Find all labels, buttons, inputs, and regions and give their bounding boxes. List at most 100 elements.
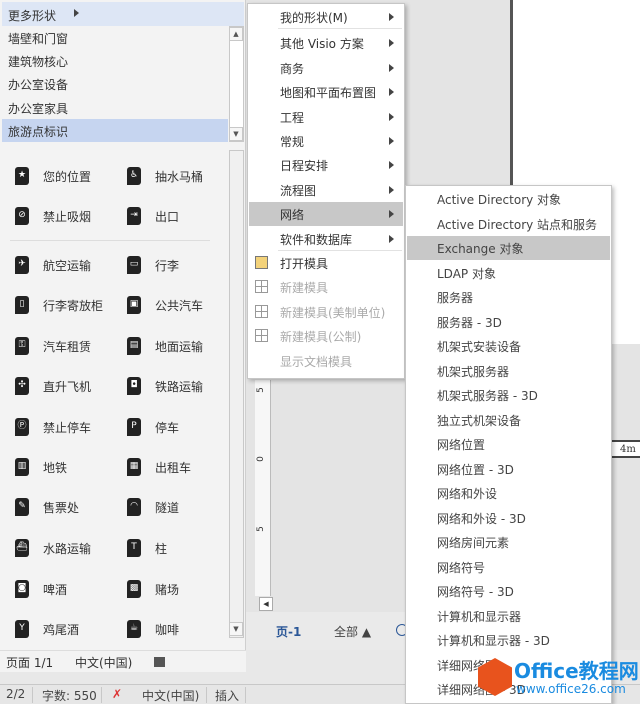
network-submenu: Active Directory 对象 Active Directory 站点和服… xyxy=(405,185,612,704)
submenu-item[interactable]: 机架式安装设备 xyxy=(407,334,610,358)
all-pages-button[interactable]: 全部 ▲ xyxy=(334,623,371,640)
shapes-scrollbar[interactable] xyxy=(229,150,244,638)
language: 中文(中国) xyxy=(74,656,133,670)
menu-item[interactable]: 新建模具(公制) xyxy=(249,324,403,348)
menu-item[interactable]: 我的形状(M) xyxy=(249,5,403,29)
stencil-shape[interactable]: ◘ 铁路运输 xyxy=(127,374,203,398)
menu-item[interactable]: 常规 xyxy=(249,129,403,153)
menu-separator xyxy=(278,28,402,30)
submenu-item[interactable]: 网络房间元素 xyxy=(407,530,610,554)
shape-label: 出口 xyxy=(155,209,180,224)
submenu-item-label: 机架式服务器 - 3D xyxy=(437,389,538,403)
stencil-shape[interactable]: Ⓟ 禁止停车 xyxy=(15,415,91,439)
stencil-shape[interactable]: ✈ 航空运输 xyxy=(15,253,91,277)
submenu-item[interactable]: 计算机和显示器 - 3D xyxy=(407,628,610,652)
stencil-shape[interactable]: Y 鸡尾酒 xyxy=(15,617,79,641)
watermark-url: www.office26.com xyxy=(516,682,626,696)
submenu-item[interactable]: 服务器 xyxy=(407,285,610,309)
stencil-shape[interactable]: ▤ 地面运输 xyxy=(127,334,203,358)
category-item[interactable]: 办公室设备 xyxy=(2,72,228,95)
menu-item[interactable]: 新建模具(美制单位) xyxy=(249,300,403,324)
more-shapes-button[interactable]: 更多形状 xyxy=(2,2,244,26)
menu-item[interactable]: 网络 xyxy=(249,202,403,227)
insert-mode[interactable]: 插入 xyxy=(215,687,239,704)
scroll-down-icon[interactable]: ▼ xyxy=(229,622,243,636)
submenu-item[interactable]: 网络和外设 xyxy=(407,481,610,505)
stencil-shape[interactable]: ◠ 隧道 xyxy=(127,495,179,519)
menu-item[interactable]: 工程 xyxy=(249,105,403,129)
category-item[interactable]: 墙壁和门窗 xyxy=(2,26,228,49)
menu-item[interactable]: 显示文档模具 xyxy=(249,349,403,373)
word-count[interactable]: 字数: 550 xyxy=(42,687,97,704)
category-item[interactable]: 办公室家具 xyxy=(2,96,228,119)
proofing-icon[interactable]: ✗ xyxy=(112,687,122,701)
category-item[interactable]: 旅游点标识 xyxy=(2,118,228,142)
submenu-item[interactable]: 独立式机架设备 xyxy=(407,408,610,432)
stencil-shape[interactable]: ☕ 咖啡 xyxy=(127,617,179,641)
menu-item[interactable]: 软件和数据库 xyxy=(249,227,403,251)
submenu-item[interactable]: 网络位置 - 3D xyxy=(407,457,610,481)
menu-item[interactable]: 流程图 xyxy=(249,178,403,202)
vertical-ruler: 5 0 5 xyxy=(255,380,271,596)
submenu-item[interactable]: 服务器 - 3D xyxy=(407,310,610,334)
submenu-item[interactable]: Active Directory 站点和服务 xyxy=(407,212,610,236)
open-stencil-icon xyxy=(255,256,268,269)
submenu-item-label: LDAP 对象 xyxy=(437,266,496,281)
stencil-shape[interactable]: T柱 xyxy=(127,536,167,560)
scroll-up-icon[interactable]: ▲ xyxy=(229,27,243,41)
submenu-item-label: 机架式安装设备 xyxy=(437,340,522,354)
stencil-shape[interactable]: ⚿ 汽车租赁 xyxy=(15,334,91,358)
stencil-shape[interactable]: ★ 您的位置 xyxy=(15,164,91,188)
submenu-item[interactable]: 网络符号 xyxy=(407,555,610,579)
submenu-item[interactable]: Active Directory 对象 xyxy=(407,187,610,211)
divider xyxy=(10,240,210,241)
submenu-item[interactable]: 网络符号 - 3D xyxy=(407,579,610,603)
shape-icon: ☕ xyxy=(127,620,141,638)
stencil-shape[interactable]: ▦ 出租车 xyxy=(127,455,191,479)
page-tabs: 页-1 全部 ▲ xyxy=(246,612,408,650)
menu-item[interactable]: 其他 Visio 方案 xyxy=(249,31,403,55)
stencil-shape[interactable]: ♿ 抽水马桶 xyxy=(127,164,203,188)
ruler-label: 5 xyxy=(255,387,266,393)
shape-icon: ▯ xyxy=(15,296,29,314)
stencil-shape[interactable]: ▩ 赌场 xyxy=(127,577,179,601)
calendar-icon[interactable] xyxy=(154,657,166,667)
page-indicator[interactable]: 2/2 xyxy=(6,687,25,701)
scroll-left-icon[interactable]: ◀ xyxy=(259,597,273,611)
submenu-item-label: 网络位置 - 3D xyxy=(437,462,514,477)
submenu-item[interactable]: 机架式服务器 - 3D xyxy=(407,383,610,407)
shape-label: 公共汽车 xyxy=(155,298,204,313)
submenu-item[interactable]: 网络和外设 - 3D xyxy=(407,506,610,530)
shape-label: 赌场 xyxy=(155,582,180,597)
stencil-shape[interactable]: P 停车 xyxy=(127,415,179,439)
page-tab[interactable]: 页-1 xyxy=(276,623,301,640)
submenu-item[interactable]: Exchange 对象 xyxy=(407,236,610,260)
stencil-shape[interactable]: ⛴ 水路运输 xyxy=(15,536,91,560)
scroll-down-icon[interactable]: ▼ xyxy=(229,127,243,141)
submenu-item[interactable]: 计算机和显示器 xyxy=(407,604,610,628)
language-status[interactable]: 中文(中国) xyxy=(142,687,199,704)
menu-item[interactable]: 地图和平面布置图 xyxy=(249,80,403,104)
menu-item[interactable]: 新建模具 xyxy=(249,275,403,299)
stencil-shape[interactable]: ▣ 公共汽车 xyxy=(127,293,203,317)
stencil-shape[interactable]: ◙ 啤酒 xyxy=(15,577,67,601)
shape-label: 汽车租赁 xyxy=(43,339,92,354)
category-item[interactable]: 建筑物核心 xyxy=(2,49,228,72)
submenu-item-label: 网络和外设 - 3D xyxy=(437,511,526,526)
stencil-shape[interactable]: ✣ 直升飞机 xyxy=(15,374,91,398)
menu-item[interactable]: 打开模具 xyxy=(249,251,403,275)
stencil-shape[interactable]: ⇥ 出口 xyxy=(127,204,179,228)
menu-item[interactable]: 日程安排 xyxy=(249,153,403,177)
menu-item-label: 工程 xyxy=(280,110,305,125)
category-scrollbar[interactable] xyxy=(229,26,244,142)
submenu-item[interactable]: 机架式服务器 xyxy=(407,359,610,383)
stencil-shape[interactable]: ▥ 地铁 xyxy=(15,455,67,479)
stencil-shape[interactable]: ⊘ 禁止吸烟 xyxy=(15,204,91,228)
stencil-shape[interactable]: ✎ 售票处 xyxy=(15,495,79,519)
stencil-shape[interactable]: ▯ 行李寄放柜 xyxy=(15,293,103,317)
stencil-shape[interactable]: ▭ 行李 xyxy=(127,253,179,277)
submenu-item[interactable]: 网络位置 xyxy=(407,432,610,456)
submenu-item[interactable]: LDAP 对象 xyxy=(407,261,610,285)
shape-icon: ✈ xyxy=(15,256,29,274)
menu-item[interactable]: 商务 xyxy=(249,56,403,80)
